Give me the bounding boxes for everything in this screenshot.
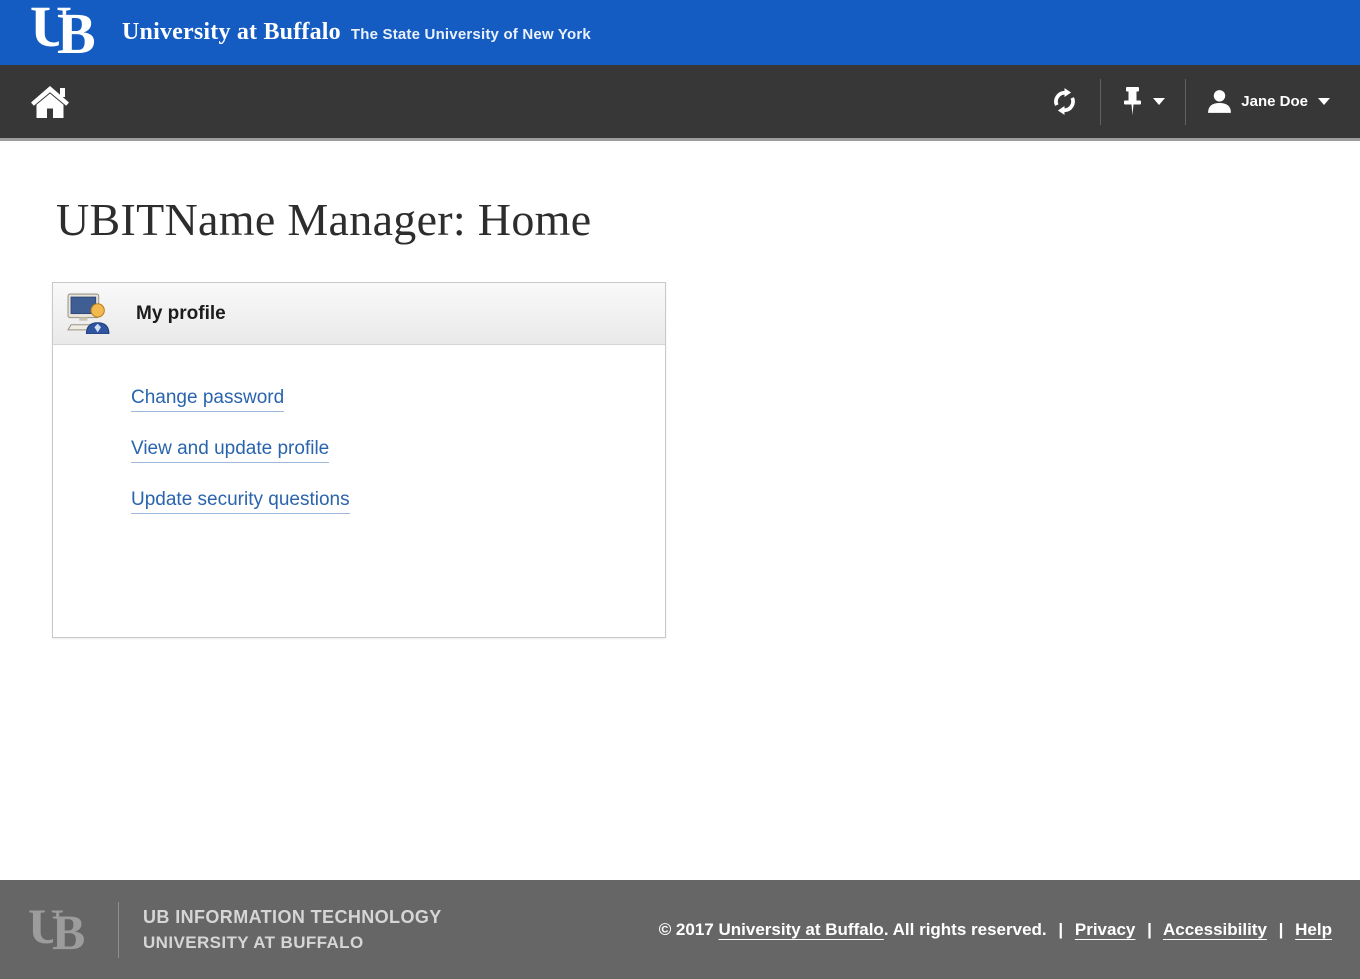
footer-org-line1: UB INFORMATION TECHNOLOGY bbox=[143, 907, 442, 928]
footer-privacy-link[interactable]: Privacy bbox=[1075, 920, 1136, 939]
caret-down-icon bbox=[1153, 98, 1165, 105]
brand-text: University at Buffalo The State Universi… bbox=[122, 19, 591, 46]
refresh-button[interactable] bbox=[1049, 80, 1080, 123]
view-and-update-profile-link[interactable]: View and update profile bbox=[131, 438, 329, 463]
footer-copyright: © 2017 University at Buffalo. All rights… bbox=[659, 920, 1332, 940]
toolbar-divider bbox=[1100, 79, 1101, 125]
page-title: UBITName Manager: Home bbox=[56, 193, 1360, 246]
caret-down-icon bbox=[1318, 98, 1330, 105]
home-icon bbox=[30, 85, 70, 119]
footer-logo-divider bbox=[118, 902, 119, 958]
university-tagline: The State University of New York bbox=[351, 26, 591, 43]
user-menu-button[interactable]: Jane Doe bbox=[1206, 82, 1330, 121]
toolbar-divider bbox=[1185, 79, 1186, 125]
footer-separator: | bbox=[1058, 920, 1063, 939]
footer-university-link[interactable]: University at Buffalo bbox=[719, 920, 884, 939]
user-name-label: Jane Doe bbox=[1241, 93, 1308, 110]
refresh-icon bbox=[1049, 86, 1080, 117]
monitor-user-icon bbox=[67, 293, 112, 334]
footer-help-link[interactable]: Help bbox=[1295, 920, 1332, 939]
panel-title: My profile bbox=[136, 303, 226, 325]
my-profile-panel-body: Change password View and update profile … bbox=[53, 345, 665, 514]
pushpin-icon bbox=[1121, 86, 1144, 117]
footer-separator: | bbox=[1147, 920, 1152, 939]
my-profile-panel: My profile Change password View and upda… bbox=[52, 282, 666, 638]
footer-accessibility-link[interactable]: Accessibility bbox=[1163, 920, 1267, 939]
ub-logo: UB bbox=[30, 4, 110, 62]
my-profile-panel-header: My profile bbox=[53, 283, 665, 345]
brand-header: UB University at Buffalo The State Unive… bbox=[0, 0, 1360, 65]
footer-org-line2: UNIVERSITY AT BUFFALO bbox=[143, 933, 442, 953]
update-security-questions-link[interactable]: Update security questions bbox=[131, 489, 350, 514]
footer-org-block: UB INFORMATION TECHNOLOGY UNIVERSITY AT … bbox=[143, 907, 442, 953]
copyright-prefix: © 2017 bbox=[659, 920, 714, 939]
ub-footer-logo: UB bbox=[28, 904, 100, 956]
toolbar-right-group: Jane Doe bbox=[1049, 65, 1330, 138]
footer-left: UB UB INFORMATION TECHNOLOGY UNIVERSITY … bbox=[28, 902, 442, 958]
pin-menu-button[interactable] bbox=[1121, 80, 1165, 123]
main-content: UBITName Manager: Home My profile Change… bbox=[0, 141, 1360, 880]
user-icon bbox=[1206, 88, 1233, 115]
home-button[interactable] bbox=[30, 79, 70, 125]
rights-text: . All rights reserved. bbox=[884, 920, 1047, 939]
footer: UB UB INFORMATION TECHNOLOGY UNIVERSITY … bbox=[0, 880, 1360, 979]
university-wordmark: University at Buffalo bbox=[122, 19, 341, 46]
change-password-link[interactable]: Change password bbox=[131, 387, 284, 412]
footer-separator: | bbox=[1279, 920, 1284, 939]
toolbar: Jane Doe bbox=[0, 65, 1360, 141]
